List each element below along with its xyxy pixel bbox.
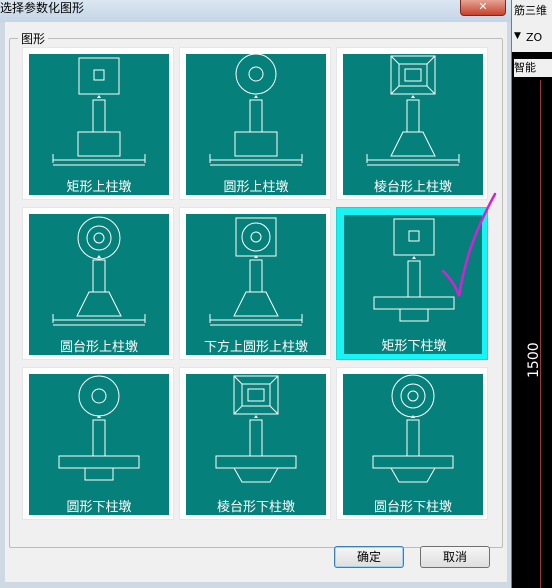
dimension-text: 1500	[526, 342, 542, 378]
shape-tile[interactable]: 下方上圆形上柱墩	[179, 207, 331, 360]
shape-tile[interactable]: 圆形上柱墩	[179, 47, 331, 200]
shape-preview: 棱台形下柱墩	[186, 374, 326, 515]
shape-tile[interactable]: 圆台形下柱墩	[336, 367, 488, 520]
shape-tile[interactable]: 圆形下柱墩	[22, 367, 174, 520]
pier-diagram-icon	[209, 217, 303, 326]
select-shape-dialog: 选择参数化图形 ✕ 图形 矩形上柱墩 圆形上柱墩 棱台形上柱墩 圆台形上柱墩 下…	[0, 0, 512, 588]
shape-label: 圆台形下柱墩	[373, 500, 452, 515]
shape-group: 图形 矩形上柱墩 圆形上柱墩 棱台形上柱墩 圆台形上柱墩 下方上圆形上柱墩 矩形下…	[9, 30, 503, 548]
shape-preview: 圆形上柱墩	[186, 54, 326, 195]
pier-diagram-icon	[209, 54, 303, 166]
close-button[interactable]: ✕	[460, 0, 506, 16]
shape-preview: 圆形下柱墩	[29, 374, 169, 515]
shape-label: 棱台形下柱墩	[216, 500, 295, 515]
pier-diagram-icon	[372, 374, 454, 483]
background-text-3d: 筋三维	[514, 4, 547, 17]
shape-label: 矩形上柱墩	[66, 180, 132, 195]
cancel-button[interactable]: 取消	[420, 546, 490, 568]
group-label: 图形	[18, 30, 49, 47]
dropdown-arrow-icon[interactable]: ▼	[514, 31, 521, 41]
background-smart-button[interactable]: 智能	[514, 59, 552, 77]
shape-preview: 圆台形下柱墩	[343, 374, 483, 515]
shape-label: 圆形上柱墩	[223, 180, 289, 195]
dialog-bottom-border	[0, 582, 511, 588]
shape-tile[interactable]: 棱台形上柱墩	[336, 47, 488, 200]
shape-preview: 棱台形上柱墩	[343, 54, 483, 195]
checkmark-annotation-icon	[441, 192, 497, 297]
background-dropdown[interactable]: ZO	[526, 31, 542, 44]
shape-label: 圆形下柱墩	[66, 500, 132, 515]
shape-label: 下方上圆形上柱墩	[203, 340, 308, 355]
shape-tile[interactable]: 矩形上柱墩	[22, 47, 174, 200]
shape-label: 圆台形上柱墩	[59, 340, 138, 355]
cad-line	[540, 80, 541, 588]
pier-diagram-icon	[52, 216, 146, 326]
dialog-title: 选择参数化图形	[0, 1, 85, 15]
title-bar: 选择参数化图形 ✕	[0, 0, 511, 22]
shape-label: 矩形下柱墩	[381, 339, 447, 354]
pier-diagram-icon	[58, 375, 140, 481]
shape-tile[interactable]: 棱台形下柱墩	[179, 367, 331, 520]
pier-diagram-icon	[215, 375, 297, 483]
ok-button[interactable]: 确定	[334, 546, 404, 568]
background-app: 筋三维 ▼ ZO 智能 1500	[512, 0, 552, 588]
shape-preview: 下方上圆形上柱墩	[186, 214, 326, 355]
shape-preview: 矩形上柱墩	[29, 54, 169, 195]
dialog-client: 图形 矩形上柱墩 圆形上柱墩 棱台形上柱墩 圆台形上柱墩 下方上圆形上柱墩 矩形下…	[5, 22, 507, 582]
shape-tile[interactable]: 圆台形上柱墩	[22, 207, 174, 360]
close-icon: ✕	[478, 0, 488, 13]
pier-diagram-icon	[366, 55, 460, 166]
pier-diagram-icon	[52, 57, 146, 166]
shape-preview: 圆台形上柱墩	[29, 214, 169, 355]
